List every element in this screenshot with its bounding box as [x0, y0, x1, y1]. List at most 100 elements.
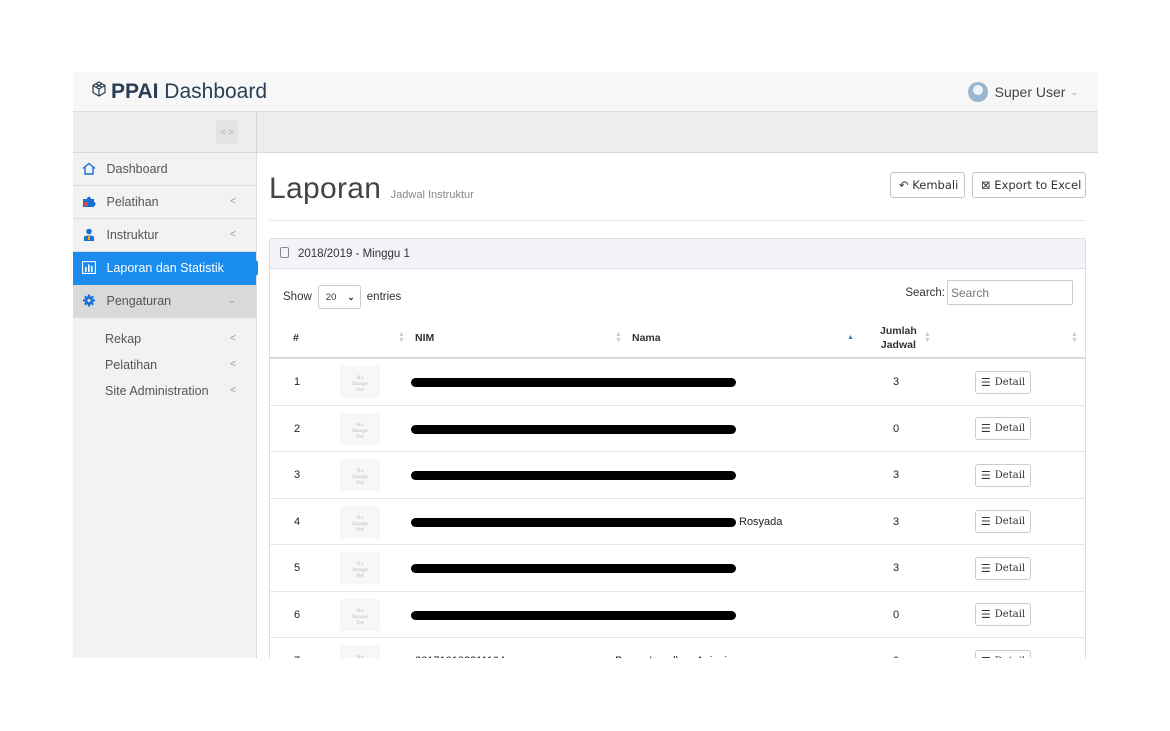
detail-button[interactable]: ☰Detail	[975, 649, 1031, 658]
user-menu[interactable]: Super User ⌄	[967, 82, 1078, 102]
export-excel-button[interactable]: ⊠ Export to Excel	[972, 172, 1086, 198]
collapse-sidebar-button[interactable]: < >	[216, 120, 238, 144]
sidebar-item-instruktur[interactable]: Instruktur <	[73, 219, 256, 252]
page-subtitle: Jadwal Instruktur	[390, 189, 474, 201]
detail-button[interactable]: ☰Detail	[975, 510, 1031, 533]
submenu-item-label: Rekap	[105, 332, 142, 346]
no-image-placeholder: NoImageYet	[340, 505, 380, 538]
brand-logo[interactable]: PPAI Dashboard	[91, 80, 267, 104]
jumlah-jadwal-value: 3	[893, 376, 900, 388]
submenu-item-label: Pelatihan	[105, 358, 158, 372]
chevron-left-icon: <	[230, 333, 236, 344]
redaction-bar	[411, 517, 736, 527]
redaction-bar	[411, 610, 736, 620]
no-image-placeholder: NoImageYet	[340, 366, 380, 398]
detail-label: Detail	[994, 469, 1026, 481]
table-row: 6 No Image Yet 0 ☰ Detail	[270, 592, 1085, 638]
entries-length-control: Show 20 ⌄ entries	[283, 285, 401, 309]
page-title-text: Laporan	[269, 172, 382, 205]
nama-value: Rosyada	[739, 515, 783, 528]
list-icon: ☰	[980, 422, 991, 435]
no-image-placeholder: NoImageYet	[340, 412, 380, 445]
jumlah-jadwal-value: 0	[893, 638, 899, 658]
list-icon: ☰	[980, 608, 991, 621]
redaction-bar	[411, 378, 736, 387]
sort-icon: ▲ ▼	[398, 331, 405, 344]
brand-rest: Dashboard	[158, 80, 268, 103]
no-image-placeholder: NoImageYet	[340, 459, 380, 491]
bar-chart-icon	[82, 261, 96, 274]
schedule-table: # ▲ ▼ NIM ▲ ▼ Nama ▲ Jumlah Jadwal ▲ ▼ ▲ ▼	[270, 319, 1085, 658]
table-body: 1 No Image Yet 3 ☰ Detail 2 No Image Yet 0 ☰ D…	[270, 359, 1085, 658]
sidebar-item-label: Laporan dan Statistik	[106, 261, 224, 275]
page-title: Laporan Jadwal Instruktur	[269, 172, 474, 206]
column-header-number[interactable]: #	[293, 319, 299, 357]
table-row: 4 No Image Yet Rosyada 3 ☰ Detail	[270, 499, 1085, 545]
chevron-down-icon: ⌄	[227, 295, 236, 306]
row-number: 7	[294, 638, 300, 658]
puzzle-icon	[83, 196, 96, 207]
report-panel: 2018/2019 - Minggu 1 Show 20 ⌄ entries Se…	[269, 238, 1086, 658]
excel-file-icon: ⊠	[981, 178, 995, 192]
undo-icon: ↶	[899, 178, 913, 192]
redaction-bar	[411, 564, 736, 573]
detail-button[interactable]: ☰Detail	[975, 370, 1031, 394]
search-label: Search:	[905, 286, 945, 299]
row-number: 2	[294, 422, 301, 435]
list-icon: ☰	[980, 375, 991, 389]
sidebar-item-laporan[interactable]: Laporan dan Statistik	[73, 252, 264, 285]
detail-label: Detail	[994, 423, 1026, 434]
no-image-text: Yet	[356, 619, 364, 626]
brand-bold: PPAI	[111, 80, 159, 103]
home-icon	[82, 162, 96, 175]
detail-button[interactable]: ☰Detail	[975, 463, 1031, 487]
entries-select[interactable]: 20 ⌄	[317, 285, 361, 309]
submenu-item-pelatihan[interactable]: Pelatihan <	[73, 352, 256, 378]
submenu-item-rekap[interactable]: Rekap <	[73, 326, 256, 352]
table-row: 2 No Image Yet 0 ☰ Detail	[270, 406, 1085, 452]
panel-heading-text: 2018/2019 - Minggu 1	[298, 248, 410, 260]
detail-button[interactable]: ☰Detail	[975, 417, 1031, 440]
header-label: NIM	[415, 332, 435, 344]
table-row: 7 NoImageYet 201710102311104 Bagus Ismul…	[270, 638, 1085, 658]
no-image-placeholder: NoImageYet	[340, 645, 380, 658]
no-image-text: Yet	[356, 480, 364, 486]
sidebar-item-label: Instruktur	[106, 228, 159, 242]
column-header-jumlah-jadwal[interactable]: Jumlah Jadwal	[880, 319, 917, 357]
column-header-nim[interactable]: NIM	[415, 319, 434, 357]
sidebar-item-pelatihan[interactable]: Pelatihan <	[73, 186, 256, 219]
no-image-text: Yet	[356, 573, 364, 579]
row-number: 4	[294, 515, 301, 528]
list-icon: ☰	[980, 468, 991, 482]
detail-label: Detail	[994, 516, 1026, 527]
nim-value: 201710102311104	[415, 638, 505, 658]
sidebar-item-pengaturan[interactable]: Pengaturan ⌄	[73, 285, 256, 318]
avatar	[967, 82, 988, 102]
detail-button[interactable]: ☰Detail	[975, 556, 1031, 580]
chevron-left-icon: <	[230, 359, 236, 370]
column-header-nama[interactable]: Nama	[632, 319, 661, 357]
no-image-text: Yet	[356, 526, 364, 533]
sidebar-item-label: Pelatihan	[106, 195, 159, 209]
gear-icon	[83, 294, 95, 307]
chevron-left-icon: <	[230, 229, 236, 240]
no-image-text: No	[356, 654, 364, 658]
entries-select-value: 20	[325, 291, 337, 303]
nama-value: Bagus Ismulhaq Anjani	[615, 638, 727, 658]
back-button[interactable]: ↶ Kembali	[890, 172, 965, 198]
jumlah-jadwal-value: 3	[893, 469, 900, 481]
chevron-down-icon: ⌄	[347, 291, 355, 302]
user-name: Super User	[994, 84, 1066, 100]
no-image-placeholder: NoImageYet	[340, 598, 380, 631]
search-input[interactable]	[947, 280, 1073, 305]
detail-button[interactable]: ☰Detail	[975, 603, 1031, 626]
detail-label: Detail	[994, 562, 1026, 574]
row-number: 3	[294, 469, 301, 481]
table-row: 1 No Image Yet 3 ☰ Detail	[270, 359, 1085, 406]
list-icon: ☰	[980, 515, 991, 528]
table-row: 5 No Image Yet 3 ☰ Detail	[270, 545, 1085, 592]
sidebar-item-dashboard[interactable]: Dashboard	[73, 153, 256, 186]
sort-icon: ▲ ▼	[1071, 331, 1078, 344]
redaction-bar	[411, 424, 736, 434]
submenu-item-site-administration[interactable]: Site Administration <	[73, 378, 256, 404]
